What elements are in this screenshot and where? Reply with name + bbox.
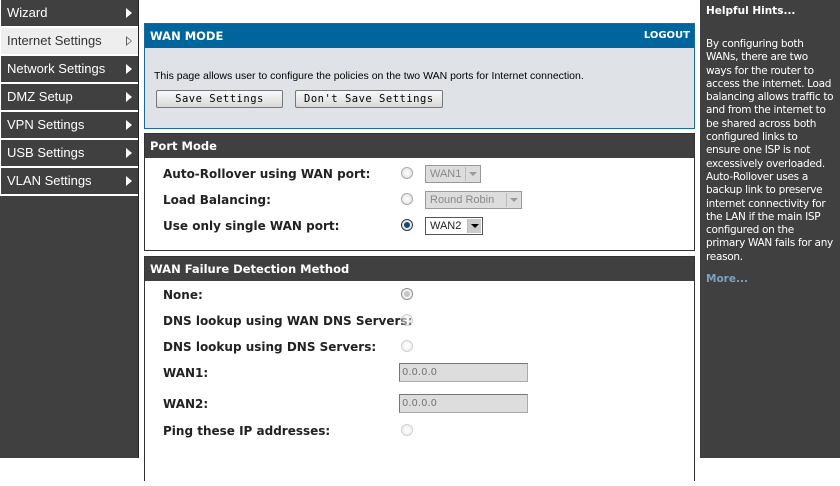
save-settings-button[interactable]: Save Settings — [156, 90, 283, 108]
single-wan-row: Use only single WAN port: WAN2 — [145, 213, 694, 239]
auto-rollover-row: Auto-Rollover using WAN port: WAN1 — [145, 161, 694, 187]
nav-label: USB Settings — [7, 145, 85, 160]
page-description: This page allows user to configure the p… — [154, 70, 584, 82]
chevron-down-icon — [506, 193, 520, 207]
more-link[interactable]: More... — [706, 273, 834, 285]
dns-wan-row: DNS lookup using WAN DNS Servers: — [145, 308, 694, 334]
chevron-right-icon — [126, 92, 132, 102]
chevron-right-icon — [126, 176, 132, 186]
dns-row: DNS lookup using DNS Servers: — [145, 334, 694, 360]
nav-label: Internet Settings — [7, 33, 102, 48]
hints-title: Helpful Hints... — [706, 5, 796, 17]
chevron-down-icon — [467, 219, 481, 233]
chevron-right-icon — [126, 148, 132, 158]
nav-label: DMZ Setup — [7, 89, 73, 104]
sidebar-item-wizard[interactable]: Wizard — [0, 0, 138, 28]
auto-rollover-select[interactable]: WAN1 — [425, 165, 481, 183]
dns-radio[interactable] — [401, 340, 413, 352]
wan1-label: WAN1: — [163, 366, 209, 380]
wan1-row: WAN1: 0.0.0.0 — [145, 360, 694, 388]
auto-rollover-label: Auto-Rollover using WAN port: — [163, 167, 371, 181]
auto-rollover-radio[interactable] — [401, 167, 413, 179]
none-radio[interactable] — [401, 288, 413, 300]
select-value: WAN1 — [430, 168, 462, 180]
panel-title: WAN MODE — [150, 29, 224, 43]
load-balancing-select[interactable]: Round Robin — [425, 191, 522, 209]
single-wan-radio[interactable] — [401, 219, 413, 231]
wan-mode-header: WAN MODE LOGOUT — [145, 24, 694, 48]
sidebar: Wizard Internet Settings Network Setting… — [0, 0, 139, 458]
chevron-right-icon — [126, 8, 132, 18]
ping-label: Ping these IP addresses: — [163, 424, 331, 438]
sidebar-item-vlan-settings[interactable]: VLAN Settings — [0, 168, 138, 196]
load-balancing-radio[interactable] — [401, 193, 413, 205]
chevron-right-icon — [126, 64, 132, 74]
sidebar-item-internet-settings[interactable]: Internet Settings — [0, 28, 138, 56]
chevron-right-icon — [126, 120, 132, 130]
port-mode-panel: Port Mode Auto-Rollover using WAN port: W… — [144, 133, 695, 251]
load-balancing-row: Load Balancing: Round Robin — [145, 187, 694, 213]
nav-label: Wizard — [7, 5, 48, 20]
dns-wan-radio[interactable] — [401, 314, 413, 326]
wan2-input[interactable]: 0.0.0.0 — [399, 394, 528, 413]
sidebar-item-network-settings[interactable]: Network Settings — [0, 56, 138, 84]
sidebar-item-vpn-settings[interactable]: VPN Settings — [0, 112, 138, 140]
sidebar-item-dmz-setup[interactable]: DMZ Setup — [0, 84, 138, 112]
dns-wan-label: DNS lookup using WAN DNS Servers: — [163, 314, 413, 328]
wan-mode-panel: WAN MODE LOGOUT This page allows user to … — [144, 23, 695, 129]
dns-label: DNS lookup using DNS Servers: — [163, 340, 377, 354]
failure-detection-header: WAN Failure Detection Method — [145, 257, 694, 281]
failure-detection-panel: WAN Failure Detection Method None: DNS l… — [144, 256, 695, 481]
none-label: None: — [163, 288, 203, 302]
none-row: None: — [145, 282, 694, 308]
helpful-hints-panel: Helpful Hints... By configuring both WAN… — [700, 0, 840, 458]
nav-label: Network Settings — [7, 61, 106, 76]
single-wan-label: Use only single WAN port: — [163, 219, 340, 233]
single-wan-select[interactable]: WAN2 — [425, 217, 483, 235]
load-balancing-label: Load Balancing: — [163, 193, 271, 207]
port-mode-header: Port Mode — [145, 134, 694, 158]
wan2-row: WAN2: 0.0.0.0 — [145, 388, 694, 418]
logout-link[interactable]: LOGOUT — [644, 24, 690, 48]
sidebar-item-usb-settings[interactable]: USB Settings — [0, 140, 138, 168]
wan2-label: WAN2: — [163, 397, 209, 411]
ping-radio[interactable] — [401, 424, 413, 436]
chevron-right-icon — [126, 36, 132, 46]
ping-row: Ping these IP addresses: — [145, 418, 694, 444]
select-value: WAN2 — [430, 220, 462, 232]
nav-label: VLAN Settings — [7, 173, 92, 188]
chevron-down-icon — [465, 167, 479, 181]
select-value: Round Robin — [430, 194, 495, 206]
wan1-input[interactable]: 0.0.0.0 — [399, 363, 528, 382]
nav-label: VPN Settings — [7, 117, 85, 132]
main-content: WAN MODE LOGOUT This page allows user to … — [144, 23, 695, 486]
hints-text: By configuring both WANs, there are two … — [706, 38, 834, 263]
dont-save-settings-button[interactable]: Don't Save Settings — [294, 90, 443, 108]
